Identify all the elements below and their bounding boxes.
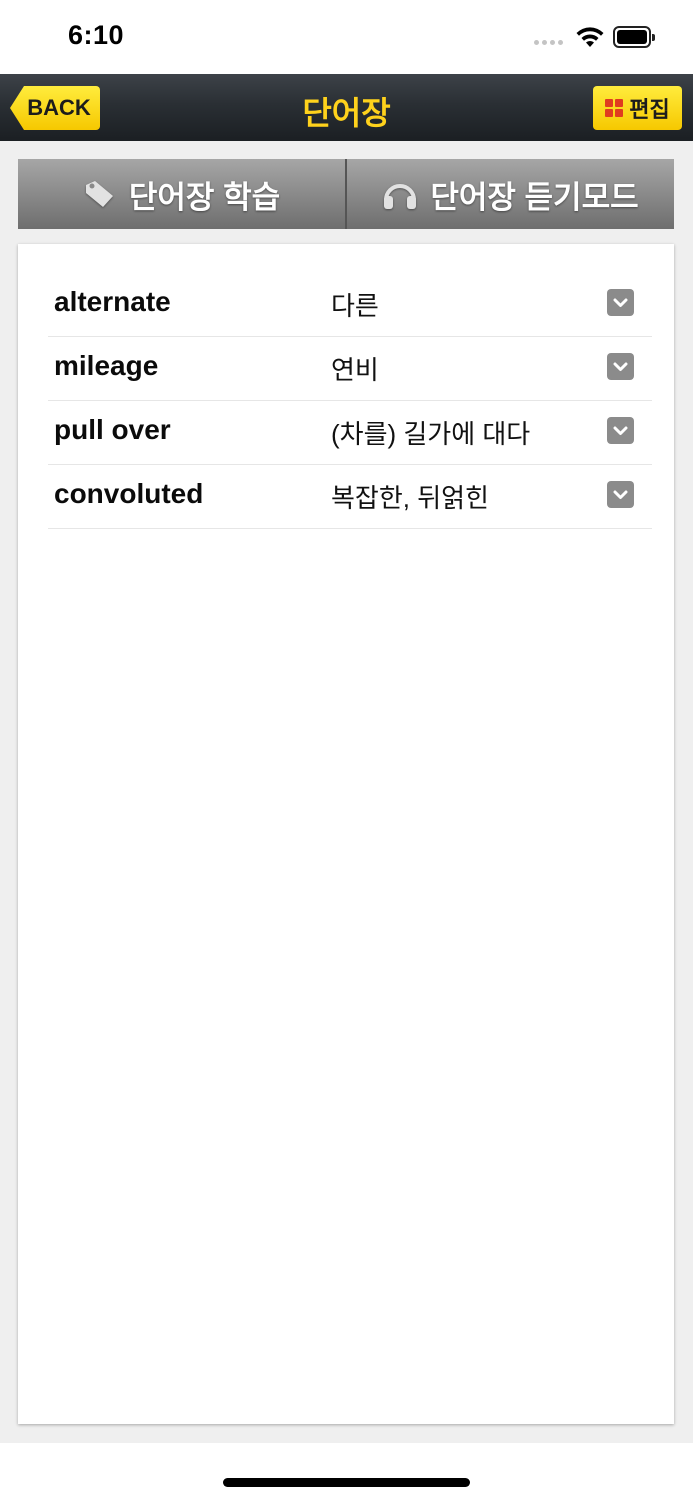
chevron-down-icon[interactable] (607, 481, 634, 508)
word-text: pull over (54, 414, 171, 445)
battery-icon (613, 26, 655, 48)
word-list: alternate 다른 mileage 연비 pull over (차를) 길… (48, 273, 652, 529)
status-time: 6:10 (68, 20, 125, 50)
nav-bar: BACK 단어장 편집 (0, 74, 693, 141)
list-item[interactable]: pull over (차를) 길가에 대다 (48, 401, 652, 465)
edit-button[interactable]: 편집 (593, 86, 682, 130)
tab-word-study[interactable]: 단어장 학습 (18, 159, 345, 229)
meaning-text: 연비 (331, 355, 379, 385)
home-indicator[interactable] (223, 1478, 470, 1487)
list-item[interactable]: mileage 연비 (48, 337, 652, 401)
chevron-down-icon[interactable] (607, 417, 634, 444)
list-item[interactable]: convoluted 복잡한, 뒤얽힌 (48, 465, 652, 529)
meaning-text: 복잡한, 뒤얽힌 (331, 483, 489, 513)
cellular-signal-icon (534, 40, 563, 45)
list-item[interactable]: alternate 다른 (48, 273, 652, 337)
page-title: 단어장 (302, 95, 391, 131)
mode-tabs: 단어장 학습 단어장 듣기모드 (18, 159, 674, 229)
word-text: convoluted (54, 478, 204, 509)
tag-icon (85, 181, 113, 207)
meaning-text: (차를) 길가에 대다 (331, 419, 531, 449)
tab-word-study-label: 단어장 학습 (128, 179, 281, 215)
grid-icon (605, 99, 624, 117)
tab-listening-mode[interactable]: 단어장 듣기모드 (345, 159, 674, 229)
content-area: 단어장 학습 단어장 듣기모드 alternate 다른 mileage 연비 (0, 141, 693, 1443)
chevron-down-icon[interactable] (607, 353, 634, 380)
edit-button-label: 편집 (629, 97, 670, 122)
word-text: mileage (54, 350, 159, 381)
tab-listening-mode-label: 단어장 듣기모드 (430, 179, 639, 215)
meaning-text: 다른 (331, 291, 379, 321)
word-text: alternate (54, 286, 171, 317)
chevron-down-icon[interactable] (607, 289, 634, 316)
wifi-icon (576, 27, 604, 47)
home-indicator-area (0, 1443, 693, 1500)
headphones-icon (384, 184, 417, 209)
word-list-panel: alternate 다른 mileage 연비 pull over (차를) 길… (18, 244, 674, 1424)
status-bar: 6:10 (0, 0, 693, 74)
